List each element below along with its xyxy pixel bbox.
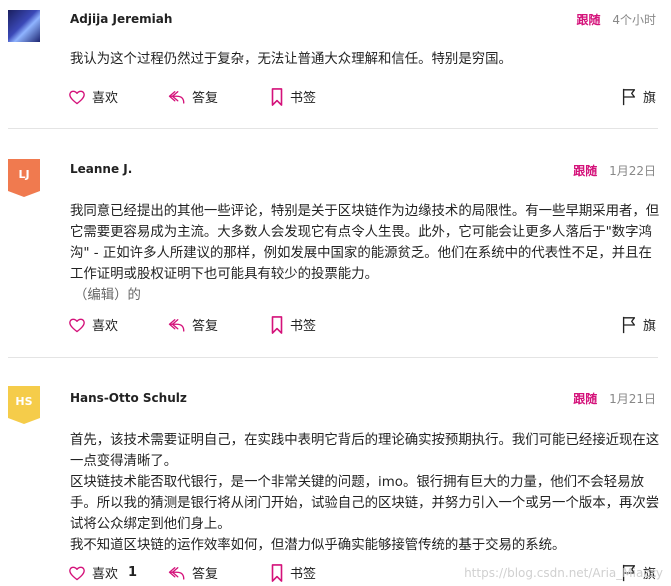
like-button[interactable]: 喜欢 — [68, 315, 118, 334]
comment-meta: 跟随 4个小时 — [577, 11, 656, 28]
flag-icon — [622, 88, 636, 105]
follow-link[interactable]: 跟随 — [573, 164, 597, 178]
author-name[interactable]: Adjija Jeremiah — [70, 12, 172, 26]
heart-icon — [69, 90, 85, 104]
reply-label: 答复 — [192, 91, 219, 106]
comment-body: 首先，该技术需要证明自己，在实践中表明它背后的理论确实按预期执行。我们可能已经接… — [70, 430, 660, 556]
comment-card: LJ Leanne J. 跟随 1月22日 我同意已经提出的其他一些评论，特别是… — [0, 129, 671, 357]
comment-body: 我认为这个过程仍然过于复杂，无法让普通大众理解和信任。特别是穷国。 — [70, 49, 660, 70]
edited-link[interactable]: （编辑）的 — [74, 288, 141, 303]
comment-actions: 喜欢 答复 书签 旗 — [0, 315, 671, 337]
heart-icon — [69, 566, 85, 580]
comment-card: HS Hans-Otto Schulz 跟随 1月21日 首先，该技术需要证明自… — [0, 358, 671, 586]
bookmark-button[interactable]: 书签 — [270, 563, 316, 582]
timestamp: 1月22日 — [609, 164, 656, 178]
avatar[interactable] — [8, 10, 40, 42]
comment-meta: 跟随 1月21日 — [573, 390, 656, 407]
flag-label: 旗 — [643, 91, 657, 106]
bookmark-button[interactable]: 书签 — [270, 87, 316, 106]
like-count: 1 — [128, 565, 138, 580]
like-label: 喜欢 — [92, 319, 119, 334]
bookmark-label: 书签 — [290, 567, 317, 582]
comment-card: Adjija Jeremiah 跟随 4个小时 我认为这个过程仍然过于复杂，无法… — [0, 0, 671, 128]
bookmark-button[interactable]: 书签 — [270, 315, 316, 334]
reply-icon — [168, 566, 185, 580]
like-label: 喜欢 — [92, 567, 119, 582]
avatar[interactable]: LJ — [8, 159, 40, 197]
bookmark-icon — [271, 315, 283, 334]
heart-icon — [69, 318, 85, 332]
comment-paragraph: 首先，该技术需要证明自己，在实践中表明它背后的理论确实按预期执行。我们可能已经接… — [70, 433, 660, 469]
comment-body: 我同意已经提出的其他一些评论，特别是关于区块链作为边缘技术的局限性。有一些早期采… — [70, 201, 660, 306]
timestamp: 1月21日 — [609, 392, 656, 406]
comment-paragraph: 区块链技术能否取代银行，是一个非常关键的问题，imo。银行拥有巨大的力量，他们不… — [70, 475, 660, 532]
author-name[interactable]: Hans-Otto Schulz — [70, 391, 187, 405]
comment-paragraph: 我同意已经提出的其他一些评论，特别是关于区块链作为边缘技术的局限性。有一些早期采… — [70, 204, 660, 282]
comment-meta: 跟随 1月22日 — [573, 162, 656, 179]
reply-label: 答复 — [192, 319, 219, 334]
reply-icon — [168, 90, 185, 104]
comment-paragraph: 我认为这个过程仍然过于复杂，无法让普通大众理解和信任。特别是穷国。 — [70, 52, 512, 67]
flag-button[interactable]: 旗 — [621, 87, 656, 106]
timestamp: 4个小时 — [612, 13, 656, 27]
reply-button[interactable]: 答复 — [168, 563, 218, 582]
watermark: https://blog.csdn.net/Aria_Miazzy — [464, 566, 663, 580]
flag-icon — [622, 316, 636, 333]
follow-link[interactable]: 跟随 — [577, 13, 601, 27]
bookmark-icon — [271, 87, 283, 106]
bookmark-label: 书签 — [290, 91, 317, 106]
reply-icon — [168, 318, 185, 332]
comment-paragraph: 我不知道区块链的运作效率如何，但潜力似乎确实能够接管传统的基于交易的系统。 — [70, 538, 566, 553]
reply-label: 答复 — [192, 567, 219, 582]
reply-button[interactable]: 答复 — [168, 87, 218, 106]
like-button[interactable]: 喜欢 1 — [68, 563, 137, 582]
comment-actions: 喜欢 答复 书签 旗 — [0, 87, 671, 109]
flag-button[interactable]: 旗 — [621, 315, 656, 334]
avatar[interactable]: HS — [8, 386, 40, 424]
bookmark-icon — [271, 563, 283, 582]
like-label: 喜欢 — [92, 91, 119, 106]
follow-link[interactable]: 跟随 — [573, 392, 597, 406]
reply-button[interactable]: 答复 — [168, 315, 218, 334]
flag-label: 旗 — [643, 319, 657, 334]
bookmark-label: 书签 — [290, 319, 317, 334]
like-button[interactable]: 喜欢 — [68, 87, 118, 106]
author-name[interactable]: Leanne J. — [70, 162, 132, 176]
